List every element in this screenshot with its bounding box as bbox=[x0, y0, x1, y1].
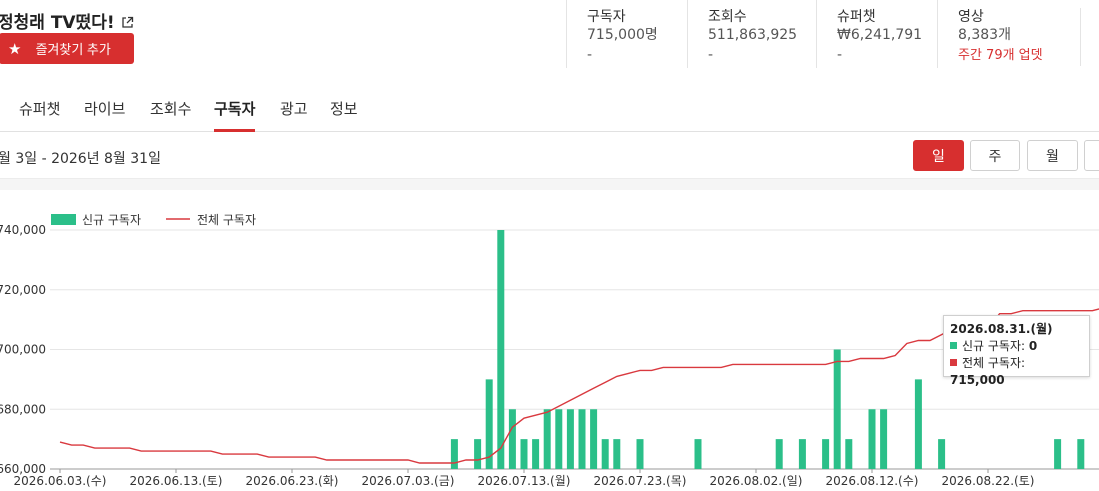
tooltip-new-row: 신규 구독자: 0 bbox=[950, 338, 1083, 355]
tooltip-total-row: 전체 구독자: 715,000 bbox=[950, 355, 1083, 389]
stat-label: 구독자 bbox=[587, 9, 626, 25]
stat-label: 슈퍼챗 bbox=[837, 9, 876, 25]
tooltip-total-label: 전체 구독자: bbox=[962, 356, 1026, 370]
new-subscriber-bar bbox=[833, 349, 841, 469]
stat-views: 조회수 511,863,925 - bbox=[687, 0, 816, 68]
new-subscriber-bar bbox=[578, 409, 586, 469]
new-subscriber-bar bbox=[566, 409, 574, 469]
stat-value: 511,863,925 bbox=[708, 27, 798, 43]
new-subscriber-bar bbox=[555, 409, 563, 469]
star-icon: ★ bbox=[8, 40, 22, 58]
new-subscriber-bar bbox=[601, 439, 609, 469]
stats-divider bbox=[1080, 8, 1081, 66]
chart-toolbar-band bbox=[0, 178, 1099, 190]
tab-ads[interactable]: 광고 bbox=[280, 97, 308, 132]
stat-label: 영상 bbox=[958, 9, 984, 25]
new-subscriber-bar bbox=[474, 439, 482, 469]
tab-subscribers[interactable]: 구독자 bbox=[214, 97, 256, 132]
stat-value: 715,000명 bbox=[587, 27, 658, 43]
y-tick-label: 740,000 bbox=[0, 223, 46, 237]
new-subscriber-bar bbox=[798, 439, 806, 469]
x-axis: 2026.06.03.(수) 2026.06.13.(토) 2026.06.23.(… bbox=[14, 469, 1035, 488]
x-tick-label: 2026.08.02.(일) bbox=[710, 474, 803, 488]
y-tick-label: 700,000 bbox=[0, 343, 46, 357]
new-subscriber-bar bbox=[613, 439, 621, 469]
period-extra-button[interactable] bbox=[1084, 140, 1099, 171]
new-subscriber-bar bbox=[868, 409, 876, 469]
period-month-button[interactable]: 월 bbox=[1027, 140, 1078, 171]
page: 정청래 TV떴다! ★ 즐겨찾기 추가 구독자 715,000명 - 조회수 5… bbox=[0, 0, 1099, 491]
new-subscriber-bar bbox=[450, 439, 458, 469]
tooltip-new-value: 0 bbox=[1028, 339, 1038, 353]
stat-sub: - bbox=[837, 47, 843, 63]
new-subscriber-bar bbox=[694, 439, 702, 469]
x-tick-label: 2026.06.13.(토) bbox=[130, 474, 223, 488]
new-subscriber-bar bbox=[822, 439, 830, 469]
stat-videos: 영상 8,383개 주간 79개 업뎃 bbox=[937, 0, 1080, 68]
new-subscriber-bar bbox=[1054, 439, 1062, 469]
tooltip-date: 2026.08.31.(월) bbox=[950, 322, 1053, 336]
add-favorite-button[interactable]: ★ 즐겨찾기 추가 bbox=[0, 33, 134, 64]
y-axis: 660,000680,000700,000720,000740,000 bbox=[0, 223, 46, 476]
new-subscriber-bar bbox=[520, 439, 528, 469]
new-subscriber-bar bbox=[775, 439, 783, 469]
stats-panel: 구독자 715,000명 - 조회수 511,863,925 - 슈퍼챗 ₩6,… bbox=[566, 0, 1080, 72]
stat-superchat: 슈퍼챗 ₩6,241,791 - bbox=[816, 0, 937, 68]
legend-total-subscribers: 전체 구독자 bbox=[197, 213, 256, 227]
x-tick-label: 2026.07.13.(월) bbox=[478, 474, 571, 488]
new-subscriber-bar bbox=[590, 409, 598, 469]
add-favorite-label: 즐겨찾기 추가 bbox=[35, 42, 111, 57]
external-link-icon[interactable] bbox=[121, 14, 134, 34]
stat-label: 조회수 bbox=[708, 9, 747, 25]
tooltip-total-value: 715,000 bbox=[950, 373, 1005, 387]
new-subscriber-bar bbox=[532, 439, 540, 469]
channel-title: 정청래 TV떴다! bbox=[0, 8, 134, 34]
period-week-button[interactable]: 주 bbox=[970, 140, 1020, 171]
legend-new-subscribers: 신규 구독자 bbox=[82, 213, 141, 227]
channel-name: 정청래 TV떴다! bbox=[0, 13, 115, 33]
new-subscriber-bar bbox=[636, 439, 644, 469]
tooltip-new-swatch bbox=[950, 342, 957, 349]
new-subscriber-bar bbox=[508, 409, 516, 469]
stat-subscribers: 구독자 715,000명 - bbox=[566, 0, 687, 68]
x-tick-label: 2026.08.12.(수) bbox=[826, 474, 919, 488]
tab-views[interactable]: 조회수 bbox=[150, 97, 191, 132]
tab-superchat[interactable]: 슈퍼챗 bbox=[19, 97, 60, 132]
new-subscriber-bar bbox=[497, 230, 505, 469]
new-subscriber-bar bbox=[1077, 439, 1085, 469]
chart-tooltip: 2026.08.31.(월) 신규 구독자: 0 전체 구독자: 715,000 bbox=[943, 315, 1090, 387]
new-subscriber-bar bbox=[845, 439, 853, 469]
date-range[interactable]: 월 3일 - 2026년 8월 31일 bbox=[0, 148, 161, 168]
y-tick-label: 680,000 bbox=[0, 402, 46, 416]
tab-live[interactable]: 라이브 bbox=[84, 97, 125, 132]
chart-grid bbox=[50, 229, 1099, 470]
tab-info[interactable]: 정보 bbox=[330, 97, 358, 132]
stat-sub: - bbox=[587, 47, 593, 63]
stat-weekly-updates: 주간 79개 업뎃 bbox=[958, 48, 1043, 63]
subscriber-chart: 660,000680,000700,000720,000740,000 2026… bbox=[0, 213, 1099, 488]
new-subscriber-bar bbox=[880, 409, 888, 469]
stat-value: 8,383개 bbox=[958, 27, 1011, 43]
x-tick-label: 2026.07.23.(목) bbox=[594, 474, 687, 488]
new-subscriber-bar bbox=[543, 409, 551, 469]
x-tick-label: 2026.06.23.(화) bbox=[246, 474, 339, 488]
new-subscriber-bar bbox=[938, 439, 946, 469]
legend-swatch-new bbox=[51, 214, 76, 225]
tab-bar: 슈퍼챗 라이브 조회수 구독자 광고 정보 bbox=[0, 97, 1099, 132]
stat-value: ₩6,241,791 bbox=[837, 27, 923, 43]
x-tick-label: 2026.06.03.(수) bbox=[14, 474, 107, 488]
stat-sub: - bbox=[708, 47, 714, 63]
x-tick-label: 2026.08.22.(토) bbox=[942, 474, 1035, 488]
tooltip-new-label: 신규 구독자: bbox=[962, 339, 1026, 353]
tooltip-total-swatch bbox=[950, 359, 957, 366]
new-subscriber-bar bbox=[914, 379, 922, 469]
chart-legend: 신규 구독자 전체 구독자 bbox=[51, 213, 256, 227]
period-day-button[interactable]: 일 bbox=[913, 140, 964, 171]
x-tick-label: 2026.07.03.(금) bbox=[362, 474, 455, 488]
y-tick-label: 720,000 bbox=[0, 283, 46, 297]
